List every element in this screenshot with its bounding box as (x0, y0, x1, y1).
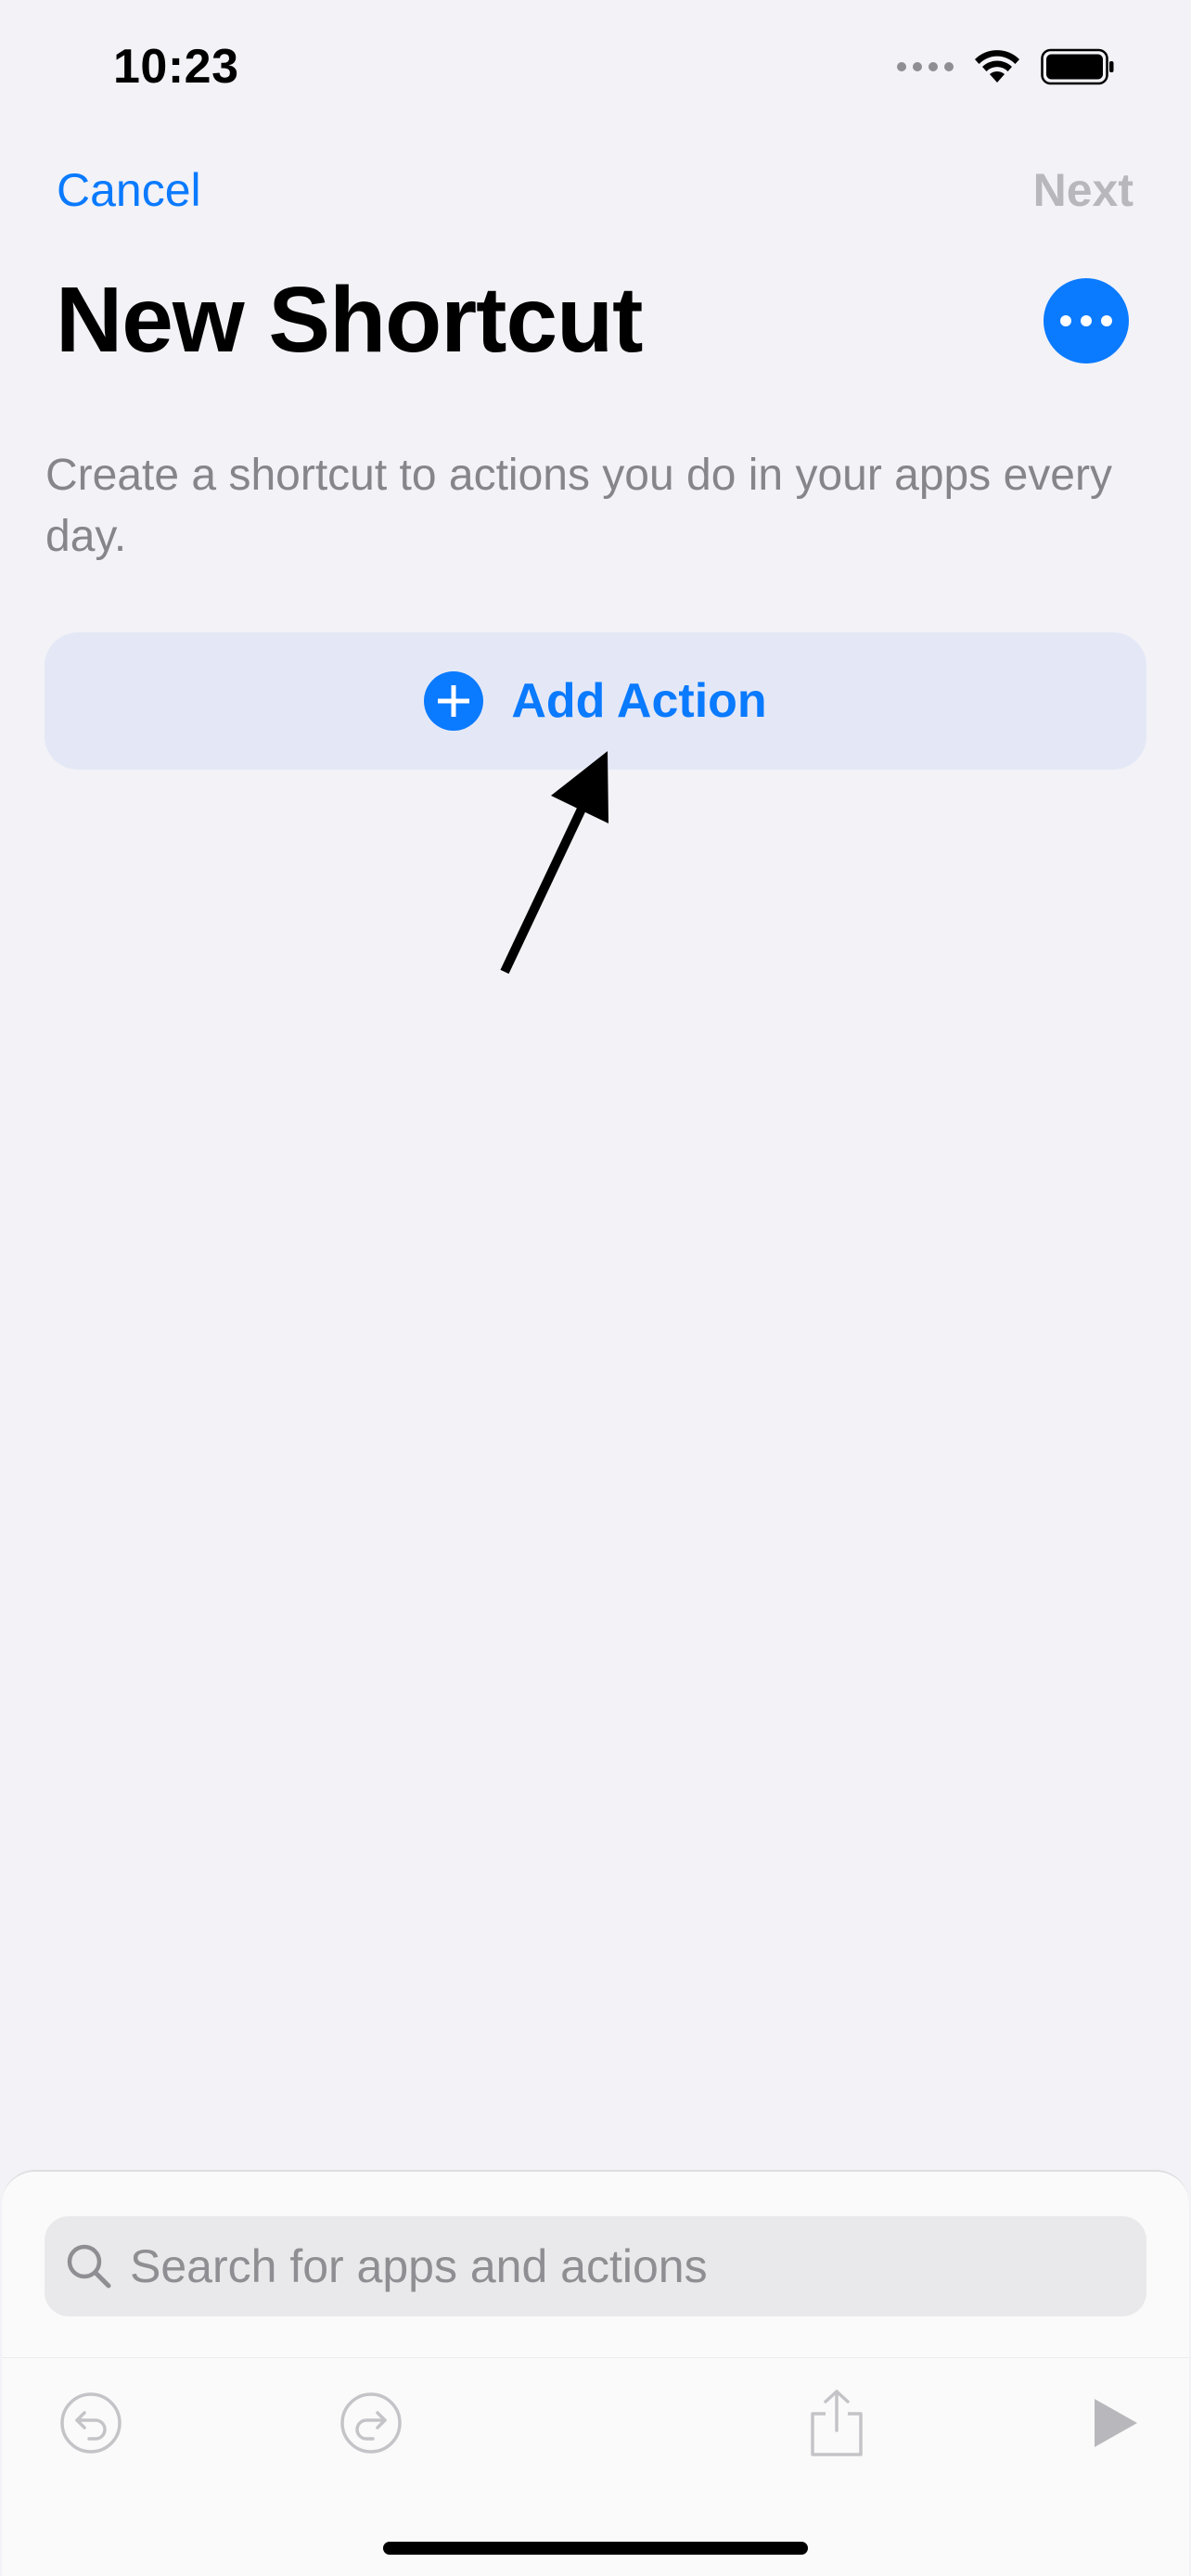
undo-icon (60, 2392, 122, 2454)
search-field[interactable] (45, 2216, 1146, 2316)
more-dot (1081, 315, 1092, 326)
search-icon (67, 2244, 111, 2289)
redo-button[interactable] (334, 2386, 408, 2460)
next-button[interactable]: Next (1033, 163, 1133, 217)
screen: 10:23 Cancel Next New Shortcut Create a … (0, 0, 1191, 2576)
battery-icon (1041, 48, 1114, 85)
description-text: Create a shortcut to actions you do in y… (45, 451, 1112, 561)
annotation-arrow-icon (500, 751, 608, 975)
add-action-label: Add Action (511, 674, 767, 728)
status-icons (897, 46, 1115, 87)
more-dot (1060, 315, 1071, 326)
page-title: New Shortcut (56, 268, 643, 372)
cellular-signal-icon (897, 62, 954, 71)
search-input[interactable] (130, 2239, 1132, 2293)
redo-icon (340, 2392, 402, 2454)
action-search-sheet (2, 2170, 1189, 2576)
share-button[interactable] (800, 2386, 874, 2460)
home-indicator[interactable] (383, 2542, 808, 2555)
play-icon (1095, 2399, 1137, 2447)
status-time: 10:23 (113, 40, 239, 94)
editor-toolbar (2, 2357, 1189, 2487)
more-options-button[interactable] (1044, 278, 1129, 363)
share-icon (811, 2390, 863, 2456)
undo-button[interactable] (54, 2386, 128, 2460)
wifi-icon (975, 50, 1019, 83)
more-dot (1101, 315, 1112, 326)
run-button[interactable] (1078, 2386, 1152, 2460)
plus-circle-icon (424, 671, 484, 731)
cancel-button[interactable]: Cancel (57, 163, 201, 217)
